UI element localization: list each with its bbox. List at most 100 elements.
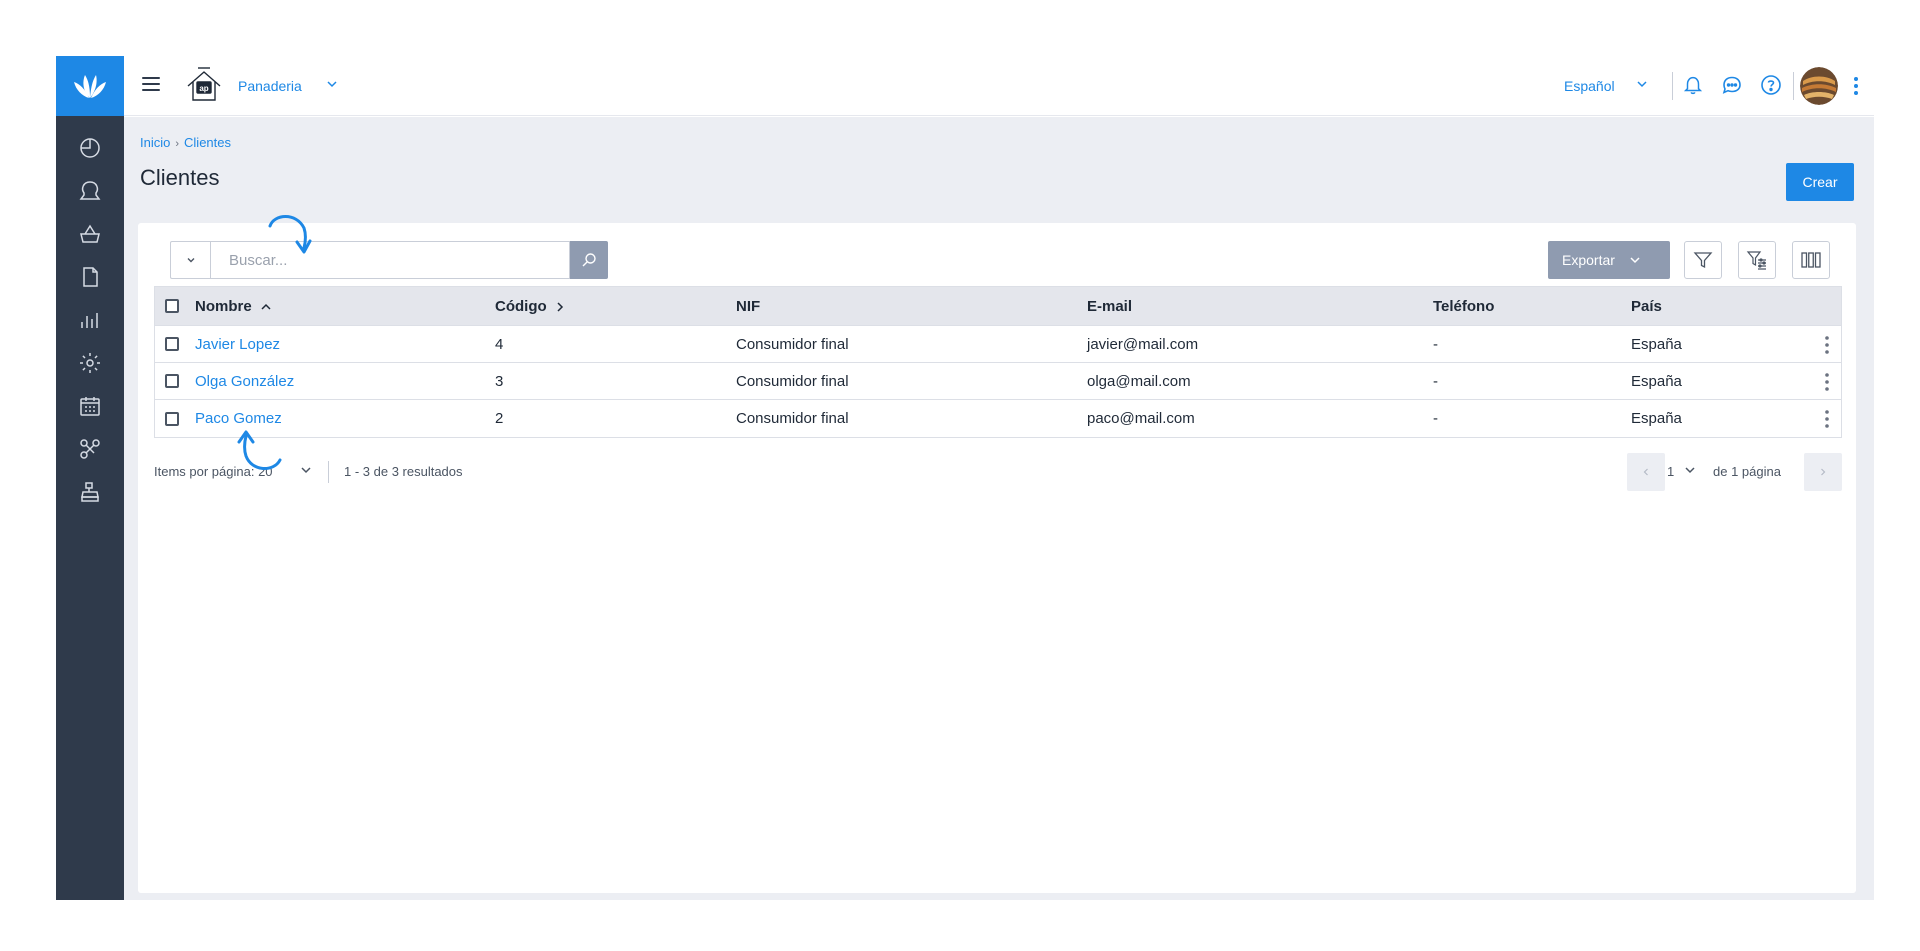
search-button[interactable] [570, 241, 608, 279]
integrations-icon [80, 438, 100, 459]
divider [1672, 72, 1673, 100]
chevron-down-icon[interactable] [1636, 78, 1648, 90]
cell-email: javier@mail.com [1087, 335, 1199, 353]
column-header-email[interactable]: E-mail [1087, 298, 1132, 315]
cell-nif: Consumidor final [736, 335, 849, 353]
bar-chart-icon [81, 312, 98, 328]
previous-page-button[interactable] [1627, 453, 1665, 491]
client-name-link[interactable]: Javier Lopez [195, 336, 280, 353]
client-name-link[interactable]: Paco Gomez [195, 410, 282, 427]
document-icon [83, 266, 98, 287]
bell-icon[interactable] [1679, 71, 1707, 99]
table-row: Paco Gomez 2 Consumidor final paco@mail.… [155, 400, 1841, 437]
clients-table: Nombre Código NIF E-mail Teléfono País J… [154, 286, 1842, 438]
next-page-button[interactable] [1804, 453, 1842, 491]
sidebar-item-dashboard[interactable] [56, 126, 124, 169]
cell-telefono: - [1433, 372, 1438, 390]
export-button[interactable]: Exportar [1548, 241, 1670, 279]
main-content: Inicio › Clientes Clientes Crear Exportar [124, 117, 1874, 900]
filter-icon [1693, 252, 1713, 269]
gear-icon [80, 352, 100, 373]
sidebar-item-clients[interactable] [56, 169, 124, 212]
row-checkbox[interactable] [165, 411, 179, 426]
cell-nif: Consumidor final [736, 372, 849, 390]
chevron-right-icon [557, 302, 563, 312]
chevron-down-icon [187, 258, 194, 263]
topbar: ap Panaderia Español [124, 56, 1874, 116]
current-page[interactable]: 1 [1667, 464, 1674, 479]
cash-register-icon [81, 481, 99, 502]
sort-asc-icon [261, 303, 271, 310]
total-pages: de 1 página [1713, 464, 1781, 479]
cell-codigo: 3 [495, 372, 504, 390]
breadcrumb-current[interactable]: Clientes [184, 135, 231, 150]
row-kebab-icon[interactable] [1823, 334, 1831, 356]
column-header-codigo[interactable]: Código [495, 298, 565, 315]
cell-email: paco@mail.com [1087, 410, 1195, 427]
menu-icon[interactable] [142, 77, 160, 93]
clients-card: Exportar Nombre Código NIF E-mail [138, 223, 1856, 893]
sidebar-item-pos[interactable] [56, 470, 124, 513]
search-field-selector[interactable] [170, 241, 210, 279]
company-selector[interactable]: Panaderia [238, 78, 302, 94]
sidebar-item-settings[interactable] [56, 341, 124, 384]
annotation-arrow-icon [268, 215, 312, 254]
columns-button[interactable] [1792, 241, 1830, 279]
breadcrumb-separator: › [175, 138, 180, 150]
help-icon[interactable] [1757, 71, 1785, 99]
column-header-telefono[interactable]: Teléfono [1433, 298, 1494, 315]
row-kebab-icon[interactable] [1823, 371, 1831, 393]
sidebar-item-integrations[interactable] [56, 427, 124, 470]
kebab-icon[interactable] [1850, 74, 1862, 98]
breadcrumb: Inicio › Clientes [140, 135, 231, 150]
client-name-link[interactable]: Olga González [195, 373, 294, 390]
advanced-filter-button[interactable] [1738, 241, 1776, 279]
column-header-pais[interactable]: País [1631, 298, 1662, 315]
annotation-arrow-icon [237, 430, 282, 470]
filter-button[interactable] [1684, 241, 1722, 279]
chevron-down-icon[interactable] [300, 464, 312, 476]
basket-icon [80, 224, 100, 243]
export-label: Exportar [1562, 252, 1615, 268]
cell-telefono: - [1433, 410, 1438, 427]
row-checkbox[interactable] [165, 374, 179, 388]
chevron-right-icon [1821, 468, 1826, 476]
row-checkbox[interactable] [165, 337, 179, 351]
column-header-nombre[interactable]: Nombre [195, 298, 272, 315]
breadcrumb-home-link[interactable]: Inicio [140, 135, 170, 150]
chevron-down-icon [1630, 257, 1640, 264]
page-title: Clientes [140, 165, 220, 190]
cell-pais: España [1631, 335, 1682, 353]
language-selector[interactable]: Español [1564, 78, 1615, 94]
cell-pais: España [1631, 372, 1682, 390]
cell-codigo: 4 [495, 335, 504, 353]
chevron-down-icon[interactable] [326, 78, 338, 90]
row-kebab-icon[interactable] [1823, 408, 1831, 430]
cell-pais: España [1631, 410, 1682, 427]
avatar[interactable] [1800, 67, 1838, 105]
cell-nif: Consumidor final [736, 410, 849, 427]
column-header-nif[interactable]: NIF [736, 298, 760, 315]
company-logo: ap [184, 66, 224, 106]
user-icon [79, 180, 101, 200]
cell-codigo: 2 [495, 410, 504, 427]
chat-icon[interactable] [1718, 71, 1746, 99]
table-row: Javier Lopez 4 Consumidor final javier@m… [155, 326, 1841, 363]
divider [328, 461, 329, 483]
sidebar-item-sales[interactable] [56, 212, 124, 255]
create-button[interactable]: Crear [1786, 163, 1854, 201]
chevron-down-icon[interactable] [1684, 464, 1696, 476]
pagination: Items por página: 20 1 - 3 de 3 resultad… [154, 453, 1842, 491]
advanced-filter-icon [1746, 251, 1766, 270]
lotus-logo-icon[interactable] [56, 56, 124, 116]
calendar-icon [80, 396, 100, 416]
sidebar-item-reports[interactable] [56, 298, 124, 341]
sidebar-item-documents[interactable] [56, 255, 124, 298]
columns-icon [1801, 252, 1821, 268]
select-all-checkbox[interactable] [165, 299, 179, 313]
sidebar-item-calendar[interactable] [56, 384, 124, 427]
table-row: Olga González 3 Consumidor final olga@ma… [155, 363, 1841, 400]
divider [1793, 72, 1794, 100]
dashboard-icon [80, 137, 100, 158]
cell-email: olga@mail.com [1087, 372, 1191, 390]
